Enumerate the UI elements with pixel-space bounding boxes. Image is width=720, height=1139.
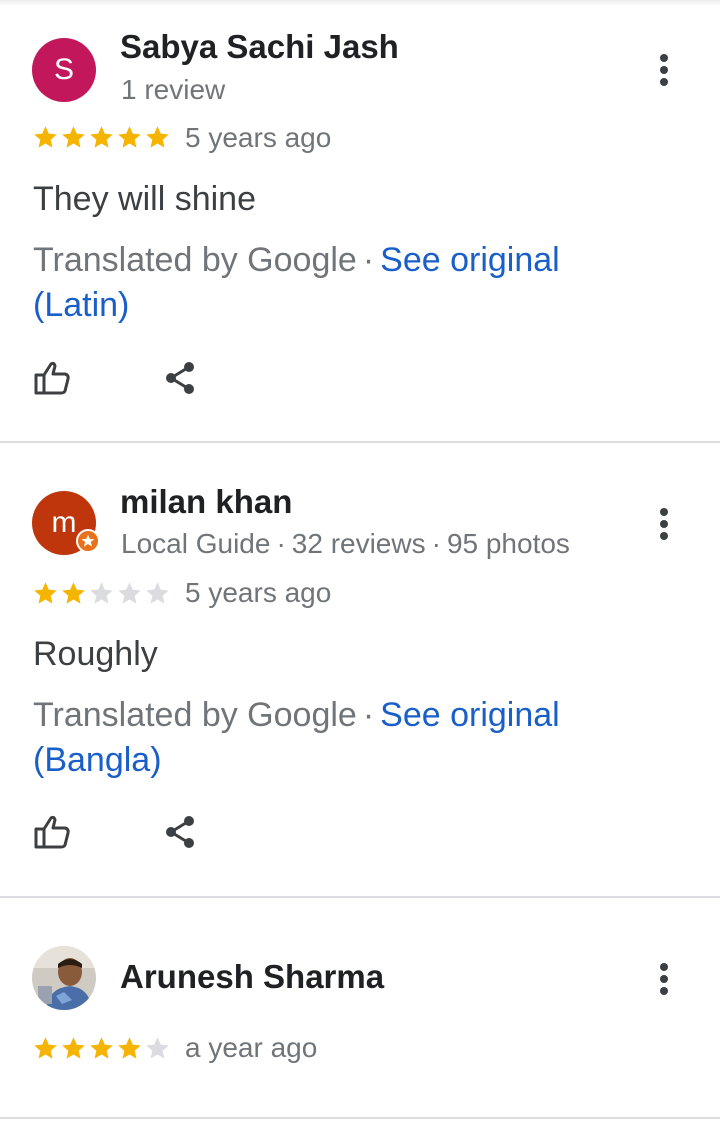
star-rating	[32, 124, 171, 152]
star-filled-icon	[34, 582, 57, 604]
star-empty-icon	[90, 582, 113, 604]
author-meta: 1 review	[121, 74, 225, 106]
author-name[interactable]: milan khan	[120, 483, 292, 521]
star-filled-icon	[90, 126, 113, 148]
review-text: They will shine	[33, 180, 256, 218]
review-text: Roughly	[33, 635, 158, 673]
profile-photo	[32, 946, 96, 1010]
review-count: 32 reviews	[291, 528, 426, 559]
review-time: 5 years ago	[185, 577, 332, 608]
star-empty-icon	[146, 1037, 169, 1059]
translated-by-label: Translated by Google	[33, 241, 357, 279]
author-name[interactable]: Arunesh Sharma	[120, 958, 384, 996]
review-count: 1 review	[121, 74, 226, 105]
star-filled-icon	[62, 1037, 85, 1059]
star-filled-icon	[146, 126, 169, 148]
star-filled-icon	[118, 126, 141, 148]
divider	[0, 441, 720, 443]
local-guide-label: Local Guide	[121, 528, 271, 559]
star-filled-icon	[34, 126, 57, 148]
star-filled-icon	[90, 1037, 113, 1059]
review-time: 5 years ago	[185, 122, 332, 153]
divider	[0, 1117, 720, 1119]
star-empty-icon	[118, 582, 141, 604]
thumbs-up-icon[interactable]	[32, 358, 72, 398]
translation-note: Translated by Google · See original (Latin…	[33, 241, 560, 324]
more-vert-icon[interactable]	[648, 959, 680, 999]
author-meta: Local Guide · 32 reviews · 95 photos	[121, 528, 570, 559]
photo-count: 95 photos	[446, 528, 570, 559]
local-guide-badge-icon	[76, 529, 100, 553]
avatar[interactable]	[32, 946, 96, 1010]
star-rating	[32, 1035, 171, 1063]
star-empty-icon	[146, 582, 169, 604]
star-rating	[32, 580, 171, 608]
avatar[interactable]: m	[32, 491, 100, 555]
star-filled-icon	[62, 582, 85, 604]
translation-note: Translated by Google · See original (Bangl…	[33, 696, 560, 779]
star-filled-icon	[34, 1037, 57, 1059]
author-name[interactable]: Sabya Sachi Jash	[120, 28, 399, 66]
divider	[0, 896, 720, 898]
share-icon[interactable]	[160, 358, 200, 398]
star-filled-icon	[118, 1037, 141, 1059]
review-time: a year ago	[185, 1032, 318, 1063]
more-vert-icon[interactable]	[648, 504, 680, 544]
more-vert-icon[interactable]	[648, 50, 680, 90]
translated-by-label: Translated by Google	[33, 696, 357, 734]
thumbs-up-icon[interactable]	[32, 812, 72, 852]
star-filled-icon	[62, 126, 85, 148]
share-icon[interactable]	[160, 812, 200, 852]
top-edge	[0, 0, 720, 6]
avatar[interactable]: S	[32, 38, 96, 102]
